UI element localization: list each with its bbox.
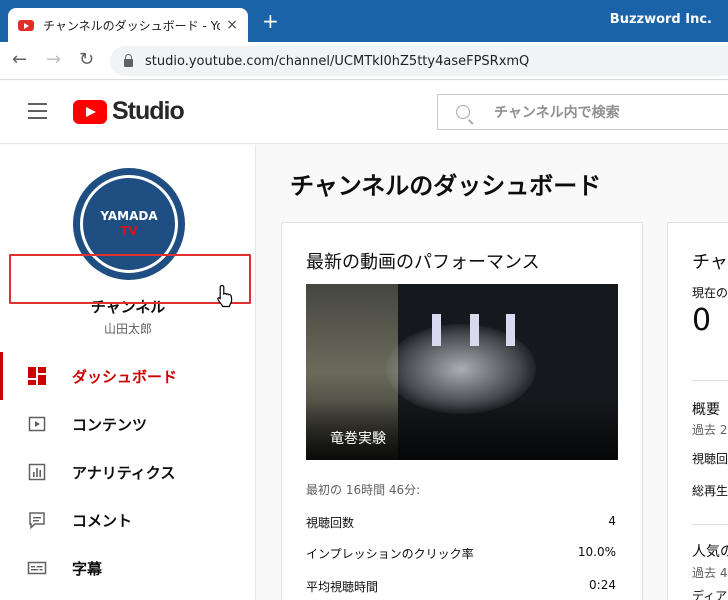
latest-video-performance-card: 最新の動画のパフォーマンス 竜巻実験 最初の 16時間 46分: 視聴回数 4 … — [281, 222, 643, 600]
sidebar-item-subtitles[interactable]: 字幕 — [0, 544, 256, 592]
sidebar-item-label: 字幕 — [72, 559, 103, 578]
card-title: 最新の動画のパフォーマンス — [306, 252, 540, 273]
video-thumbnail[interactable]: 竜巻実験 — [306, 284, 618, 460]
channel-search-input[interactable]: チャンネル内で検索 — [437, 94, 728, 130]
popular-row: ディア — [692, 589, 728, 600]
active-indicator — [0, 352, 3, 400]
video-title: 竜巻実験 — [330, 431, 386, 447]
sidebar-item-comments[interactable]: コメント — [0, 496, 256, 544]
channel-analytics-card: チャ 現在の 0 概要 過去 28 視聴回 総再生 人気の 過去 48 ディア — [667, 222, 728, 600]
divider — [692, 380, 728, 381]
url-text[interactable]: studio.youtube.com/channel/UCMTkI0hZ5tty… — [145, 54, 529, 69]
thumbnail-light — [506, 314, 515, 346]
reload-button[interactable]: ↻ — [79, 50, 94, 70]
metric-value: 0:24 — [589, 578, 616, 592]
studio-logo-text[interactable]: Studio — [112, 97, 185, 126]
summary-title: 概要 — [692, 402, 720, 418]
card-title: チャ — [692, 252, 728, 273]
popular-period: 過去 48 — [692, 566, 728, 580]
thumbnail-light — [470, 314, 479, 346]
sidebar-item-analytics[interactable]: アナリティクス — [0, 448, 256, 496]
summary-period: 過去 28 — [692, 423, 728, 437]
forward-button[interactable]: → — [46, 50, 61, 70]
divider — [692, 524, 728, 525]
performance-period: 最初の 16時間 46分: — [306, 483, 421, 497]
thumbnail-light — [432, 314, 441, 346]
metric-row: 平均視聴時間 0:24 — [306, 578, 616, 598]
browser-tab[interactable]: チャンネルのダッシュボード - YouTube × — [8, 8, 248, 42]
channel-name: 山田太郎 — [103, 322, 152, 336]
avatar-text-bottom: TV — [120, 224, 138, 238]
browser-nav-bar: ← → ↻ studio.youtube.com/channel/UCMTkI0… — [0, 42, 728, 80]
metric-value: 10.0% — [577, 545, 616, 559]
sidebar-item-label: ダッシュボード — [72, 367, 178, 386]
sidebar-item-dashboard[interactable]: ダッシュボード — [0, 352, 256, 400]
current-subscribers-value: 0 — [692, 303, 712, 338]
tab-title: チャンネルのダッシュボード - YouTube — [43, 18, 221, 33]
metric-value: 4 — [608, 514, 616, 528]
subtitles-icon — [27, 561, 47, 575]
sidebar-item-label: コンテンツ — [72, 415, 148, 434]
sidebar-item-content[interactable]: コンテンツ — [0, 400, 256, 448]
metric-label: 視聴回数 — [306, 516, 355, 530]
youtube-favicon-icon — [18, 19, 34, 31]
browser-profile-label: Buzzword Inc. — [609, 12, 712, 27]
hand-pointer-icon — [217, 284, 233, 308]
popular-title: 人気の — [692, 544, 728, 560]
summary-row: 総再生 — [692, 484, 728, 498]
browser-tab-bar: チャンネルのダッシュボード - YouTube × + Buzzword Inc… — [0, 0, 728, 42]
metric-row: インプレッションのクリック率 10.0% — [306, 545, 616, 565]
search-icon — [456, 105, 470, 119]
content-icon — [28, 416, 46, 432]
new-tab-button[interactable]: + — [262, 11, 279, 31]
address-bar[interactable]: studio.youtube.com/channel/UCMTkI0hZ5tty… — [110, 46, 728, 76]
current-subscribers-label: 現在の — [692, 286, 728, 300]
menu-icon[interactable] — [28, 103, 47, 119]
page-title: チャンネルのダッシュボード — [290, 172, 602, 200]
analytics-icon — [28, 463, 46, 481]
content-hover-highlight — [9, 254, 251, 304]
metric-row: 視聴回数 4 — [306, 514, 616, 534]
tab-close-icon[interactable]: × — [226, 17, 238, 33]
studio-header: Studio チャンネル内で検索 — [0, 81, 728, 144]
dashboard-icon — [28, 367, 46, 385]
comment-icon — [29, 512, 45, 530]
back-button[interactable]: ← — [12, 50, 27, 70]
metric-label: インプレッションのクリック率 — [306, 547, 474, 561]
lock-icon[interactable] — [124, 54, 133, 67]
search-placeholder: チャンネル内で検索 — [494, 105, 620, 121]
summary-row: 視聴回 — [692, 452, 728, 466]
metric-label: 平均視聴時間 — [306, 580, 379, 594]
sidebar-item-label: コメント — [72, 511, 133, 530]
sidebar: YAMADA TV チャンネル 山田太郎 ダッシュボード コンテンツ アナリティ… — [0, 145, 256, 600]
avatar-text-top: YAMADA — [100, 209, 158, 223]
youtube-logo-icon[interactable] — [73, 100, 107, 124]
sidebar-item-label: アナリティクス — [72, 463, 176, 482]
